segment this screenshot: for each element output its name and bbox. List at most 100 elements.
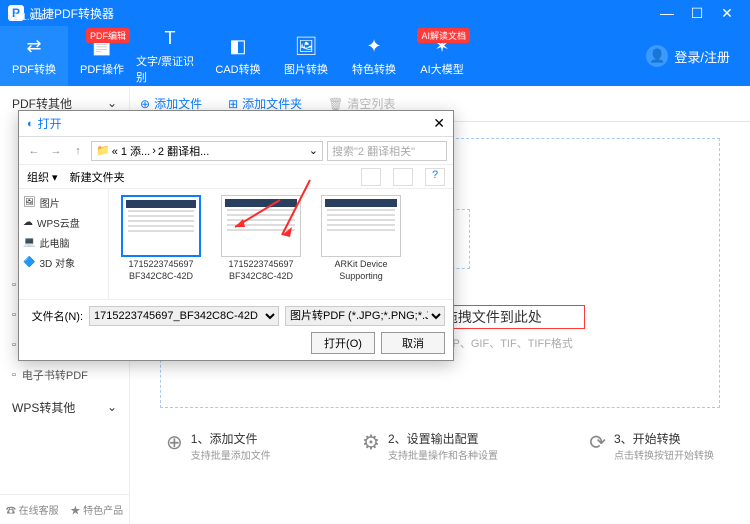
step-2: ⚙ 2、设置输出配置支持批量操作和各种设置: [362, 430, 498, 462]
file-open-dialog: ◐ 打开 ✕ ← → ↑ 📁 « 1 添... › 2 翻译相... ⌄ 搜索"…: [18, 110, 454, 361]
filename-input[interactable]: 1715223745697_BF342C8C-42D: [89, 306, 279, 326]
side-3d-objects[interactable]: 🔷3D 对象: [23, 253, 104, 271]
view-pane-button[interactable]: [393, 168, 413, 186]
tab-image[interactable]: 🖼 图片转换: [272, 26, 340, 86]
badge-pdf-edit: PDF编辑: [86, 28, 130, 43]
dialog-title: 打开: [38, 115, 434, 132]
dialog-close-button[interactable]: ✕: [433, 115, 445, 132]
file-item[interactable]: ARKit Device Supporting: [315, 195, 407, 293]
badge-ai: AI解读文档: [417, 28, 470, 43]
crumb: 2 翻译相...: [158, 143, 209, 159]
add-file-icon: ⊕: [166, 430, 183, 455]
item-label: 电子书转PDF: [22, 367, 88, 383]
dialog-tools: 组织 ▾ 新建文件夹 ?: [19, 165, 453, 189]
sidebar-footer: ☎ 在线客服 ★ 特色产品: [0, 494, 129, 524]
cloud-icon: ☁: [23, 217, 33, 228]
folder-icon: 📁: [96, 144, 110, 157]
dialog-search-input[interactable]: 搜索"2 翻译相关": [327, 141, 447, 161]
trash-icon: 🗑: [328, 97, 343, 111]
doc-icon: ▫: [12, 339, 16, 351]
side-this-pc[interactable]: 💻此电脑: [23, 233, 104, 251]
file-name: ARKit Device: [334, 259, 387, 269]
avatar-icon: 👤: [646, 45, 668, 67]
file-name: BF342C8C-42D: [129, 271, 193, 281]
dialog-titlebar: ◐ 打开 ✕: [19, 111, 453, 137]
cad-icon: ◧: [229, 36, 246, 57]
new-folder-button[interactable]: 新建文件夹: [70, 169, 125, 185]
cancel-button[interactable]: 取消: [381, 332, 445, 354]
chevron-down-icon[interactable]: ⌄: [309, 144, 318, 157]
crumb: « 1 添...: [112, 143, 151, 159]
chevron-down-icon: ⌄: [107, 96, 117, 110]
gear-icon: ⚙: [362, 430, 380, 455]
step-sub: 支持批量添加文件: [191, 447, 271, 462]
dialog-sidebar: 🖼图片 ☁ WPS云盘 💻此电脑 🔷3D 对象: [19, 189, 109, 299]
help-button[interactable]: ?: [425, 168, 445, 186]
label: 在线客服: [19, 506, 59, 517]
organize-menu[interactable]: 组织 ▾: [27, 169, 58, 185]
tab-label: 文字/票证识别: [136, 53, 204, 85]
tab-label: PDF转换: [12, 61, 56, 77]
maximize-button[interactable]: ☐: [682, 5, 712, 22]
label: 组织: [27, 172, 49, 184]
file-item[interactable]: 1715223745697 BF342C8C-42D: [215, 195, 307, 293]
step-title: 3、开始转换: [614, 430, 714, 447]
cat-label: PDF转其他: [12, 95, 72, 112]
tab-label: PDF操作: [80, 61, 124, 77]
side-wps-cloud[interactable]: ☁ WPS云盘: [23, 213, 104, 231]
login-link[interactable]: 👤 登录/注册: [646, 45, 750, 67]
steps-row: ⊕ 1、添加文件支持批量添加文件 ⚙ 2、设置输出配置支持批量操作和各种设置 ⟳…: [160, 430, 720, 462]
nav-back-button[interactable]: ←: [25, 145, 43, 157]
side-pictures[interactable]: 🖼图片: [23, 193, 104, 211]
app-version: v1.1.9.0: [8, 12, 44, 23]
convert-icon: ⟳: [589, 430, 606, 455]
file-name: 1715223745697: [128, 259, 193, 269]
doc-icon: ▫: [12, 279, 16, 291]
folder-plus-icon: ⊞: [228, 97, 238, 111]
image-icon: 🖼: [295, 36, 318, 57]
tab-label: 特色转换: [352, 61, 396, 77]
breadcrumb[interactable]: 📁 « 1 添... › 2 翻译相... ⌄: [91, 141, 323, 161]
label: 特色产品: [83, 506, 123, 517]
tab-label: CAD转换: [215, 61, 260, 77]
support-link[interactable]: ☎ 在线客服: [6, 502, 59, 517]
label: 3D 对象: [39, 255, 75, 270]
nav-up-button[interactable]: ↑: [69, 145, 87, 157]
filename-label: 文件名(N):: [27, 308, 83, 324]
main-toolbar: v1.1.9.0 ⇄ PDF转换 PDF编辑 📄 PDF操作 T 文字/票证识别…: [0, 26, 750, 86]
step-sub: 支持批量操作和各种设置: [388, 447, 498, 462]
tab-ai[interactable]: AI解读文档 ✶ AI大模型: [408, 26, 476, 86]
doc-icon: ▫: [12, 309, 16, 321]
file-name: 1715223745697: [228, 259, 293, 269]
pc-icon: 💻: [23, 237, 35, 248]
pictures-icon: 🖼: [23, 197, 36, 208]
file-thumbnail: [321, 195, 401, 257]
tab-pdf-operate[interactable]: PDF编辑 📄 PDF操作: [68, 26, 136, 86]
tab-pdf-convert[interactable]: ⇄ PDF转换: [0, 26, 68, 86]
label: WPS云盘: [37, 215, 80, 230]
file-thumbnail: [221, 195, 301, 257]
file-name: BF342C8C-42D: [229, 271, 293, 281]
tab-cad[interactable]: ◧ CAD转换: [204, 26, 272, 86]
close-button[interactable]: ✕: [712, 5, 742, 22]
step-title: 2、设置输出配置: [388, 430, 498, 447]
convert-icon: ⇄: [26, 36, 41, 57]
open-button[interactable]: 打开(O): [311, 332, 375, 354]
tab-special[interactable]: ✦ 特色转换: [340, 26, 408, 86]
doc-icon: ▫: [12, 369, 16, 381]
plus-icon: ⊕: [140, 97, 150, 111]
filetype-select[interactable]: 图片转PDF (*.JPG;*.PNG;*.JPEG): [285, 306, 445, 326]
chevron-right-icon: ›: [152, 145, 156, 157]
tab-label: AI大模型: [420, 61, 463, 77]
sidebar-cat-wps-to-other[interactable]: WPS转其他⌄: [0, 390, 129, 424]
cat-label: WPS转其他: [12, 399, 75, 416]
products-link[interactable]: ★ 特色产品: [70, 502, 123, 517]
nav-fwd-button[interactable]: →: [47, 145, 65, 157]
tab-ocr[interactable]: T 文字/票证识别: [136, 26, 204, 86]
window-titlebar: P 迅捷PDF转换器 — ☐ ✕: [0, 0, 750, 26]
sidebar-item-ebook[interactable]: ▫ 电子书转PDF: [0, 360, 129, 390]
minimize-button[interactable]: —: [652, 5, 682, 21]
view-mode-button[interactable]: [361, 168, 381, 186]
file-item[interactable]: 1715223745697 BF342C8C-42D: [115, 195, 207, 293]
dialog-file-list: 1715223745697 BF342C8C-42D 1715223745697…: [109, 189, 453, 299]
